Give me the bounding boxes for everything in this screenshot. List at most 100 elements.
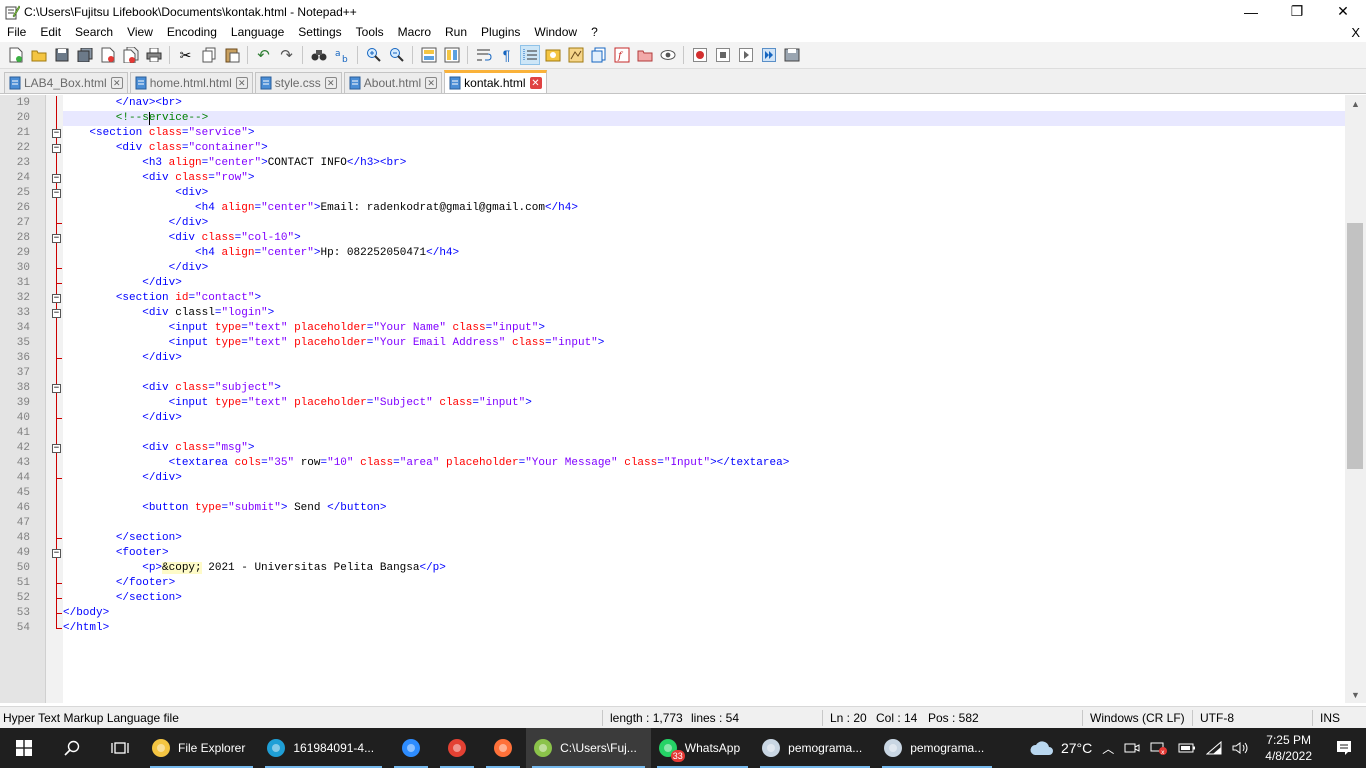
code-line[interactable]: </div>: [63, 471, 182, 486]
close-file-button[interactable]: [98, 45, 118, 65]
fold-margin[interactable]: [46, 95, 63, 703]
code-line[interactable]: <section class="service">: [63, 126, 254, 141]
code-line[interactable]: <div classl="login">: [63, 306, 274, 321]
menu-settings[interactable]: Settings: [291, 23, 348, 42]
taskbar-app-chrome[interactable]: [434, 728, 480, 768]
network-status-button[interactable]: x: [1145, 728, 1173, 768]
code-line[interactable]: <textarea cols="35" row="10" class="area…: [63, 456, 790, 471]
code-line[interactable]: <input type="text" placeholder="Your Nam…: [63, 321, 545, 336]
fold-toggle-icon[interactable]: −: [52, 189, 61, 198]
code-line[interactable]: </nav><br>: [63, 96, 182, 111]
copy-button[interactable]: [199, 45, 219, 65]
maximize-button[interactable]: ❐: [1274, 0, 1320, 23]
code-line[interactable]: </div>: [63, 276, 182, 291]
code-line[interactable]: </body>: [63, 606, 109, 621]
save-button[interactable]: [52, 45, 72, 65]
code-line[interactable]: </footer>: [63, 576, 175, 591]
scrollbar-thumb[interactable]: [1347, 223, 1363, 469]
fold-toggle-icon[interactable]: −: [52, 144, 61, 153]
macro-run-multiple-button[interactable]: [759, 45, 779, 65]
fold-toggle-icon[interactable]: −: [52, 384, 61, 393]
taskbar-app-whatsapp[interactable]: 33 WhatsApp: [651, 728, 754, 768]
fold-toggle-icon[interactable]: −: [52, 309, 61, 318]
scroll-down-icon[interactable]: ▼: [1345, 686, 1366, 703]
taskbar-app-firefox[interactable]: [480, 728, 526, 768]
sync-vertical-button[interactable]: [419, 45, 439, 65]
start-button[interactable]: [0, 728, 48, 768]
volume-button[interactable]: [1227, 728, 1255, 768]
scroll-up-icon[interactable]: ▲: [1345, 95, 1366, 112]
wifi-button[interactable]: [1201, 728, 1227, 768]
menu-edit[interactable]: Edit: [33, 23, 68, 42]
code-line[interactable]: <h4 align="center">Hp: 082252050471</h4>: [63, 246, 459, 261]
title-bar[interactable]: C:\Users\Fujitsu Lifebook\Documents\kont…: [0, 0, 1366, 23]
battery-button[interactable]: [1173, 728, 1201, 768]
code-line[interactable]: <div class="container">: [63, 141, 268, 156]
paste-button[interactable]: [222, 45, 242, 65]
code-line[interactable]: </div>: [63, 411, 182, 426]
show-all-chars-button[interactable]: ¶: [497, 45, 517, 65]
meet-now-button[interactable]: [1119, 728, 1145, 768]
save-all-button[interactable]: [75, 45, 95, 65]
doc-map-button[interactable]: [566, 45, 586, 65]
code-line[interactable]: </div>: [63, 216, 209, 231]
open-file-button[interactable]: [29, 45, 49, 65]
fold-toggle-icon[interactable]: −: [52, 129, 61, 138]
code-line[interactable]: <div class="msg">: [63, 441, 254, 456]
taskbar-app-paint[interactable]: pemograma...: [876, 728, 998, 768]
macro-save-button[interactable]: [782, 45, 802, 65]
fold-toggle-icon[interactable]: −: [52, 294, 61, 303]
tab-home-html[interactable]: home.html.html ✕: [129, 72, 253, 93]
taskbar-app-edge[interactable]: 161984091-4...: [259, 728, 388, 768]
code-line[interactable]: <input type="text" placeholder="Your Ema…: [63, 336, 605, 351]
code-line[interactable]: <div class="col-10">: [63, 231, 301, 246]
menu-language[interactable]: Language: [224, 23, 291, 42]
menu-window[interactable]: Window: [527, 23, 584, 42]
redo-button[interactable]: ↷: [277, 45, 297, 65]
code-line[interactable]: <p>&copy; 2021 - Universitas Pelita Bang…: [63, 561, 446, 576]
tab-style-css[interactable]: style.css ✕: [254, 72, 342, 93]
menu-encoding[interactable]: Encoding: [160, 23, 224, 42]
code-line[interactable]: </section>: [63, 531, 182, 546]
taskbar-app-folder[interactable]: File Explorer: [144, 728, 259, 768]
function-list-button[interactable]: f: [612, 45, 632, 65]
code-line[interactable]: <footer>: [63, 546, 169, 561]
task-view-button[interactable]: [96, 728, 144, 768]
code-line[interactable]: <section id="contact">: [63, 291, 261, 306]
tab-close-icon[interactable]: ✕: [324, 77, 337, 89]
fold-toggle-icon[interactable]: −: [52, 174, 61, 183]
undo-button[interactable]: ↶: [254, 45, 274, 65]
close-window-button[interactable]: ✕: [1320, 0, 1366, 23]
tab-about-html[interactable]: About.html ✕: [343, 72, 443, 93]
macro-record-button[interactable]: [690, 45, 710, 65]
taskbar-app-notepadpp[interactable]: C:\Users\Fuj...: [526, 728, 651, 768]
menu-help[interactable]: ?: [584, 23, 605, 42]
new-file-button[interactable]: [6, 45, 26, 65]
tab-close-icon[interactable]: ✕: [529, 77, 542, 89]
code-line[interactable]: <button type="submit"> Send </button>: [63, 501, 386, 516]
fold-toggle-icon[interactable]: −: [52, 549, 61, 558]
zoom-out-button[interactable]: [387, 45, 407, 65]
code-editor[interactable]: 19 </nav><br> 20 <!--service--> 21 − <secti…: [0, 95, 1366, 703]
tab-lab4-box[interactable]: LAB4_Box.html ✕: [4, 72, 128, 93]
cut-button[interactable]: ✂: [176, 45, 196, 65]
code-line[interactable]: </div>: [63, 351, 182, 366]
close-all-button[interactable]: [121, 45, 141, 65]
code-line[interactable]: <!--service-->: [63, 111, 208, 126]
code-line[interactable]: <input type="text" placeholder="Subject"…: [63, 396, 532, 411]
taskbar-app-zoom[interactable]: [388, 728, 434, 768]
menu-run[interactable]: Run: [438, 23, 474, 42]
replace-button[interactable]: ab: [332, 45, 352, 65]
code-line[interactable]: </div>: [63, 261, 209, 276]
code-line[interactable]: <div class="row">: [63, 171, 254, 186]
weather-widget[interactable]: 27°C: [1024, 728, 1097, 768]
menu-view[interactable]: View: [120, 23, 160, 42]
menu-tools[interactable]: Tools: [349, 23, 391, 42]
minimize-button[interactable]: —: [1228, 0, 1274, 23]
show-hidden-icons-button[interactable]: ︿: [1097, 728, 1119, 768]
fold-toggle-icon[interactable]: −: [52, 444, 61, 453]
zoom-in-button[interactable]: [364, 45, 384, 65]
indent-guide-button[interactable]: [519, 45, 540, 65]
fold-toggle-icon[interactable]: −: [52, 234, 61, 243]
menu-plugins[interactable]: Plugins: [474, 23, 527, 42]
